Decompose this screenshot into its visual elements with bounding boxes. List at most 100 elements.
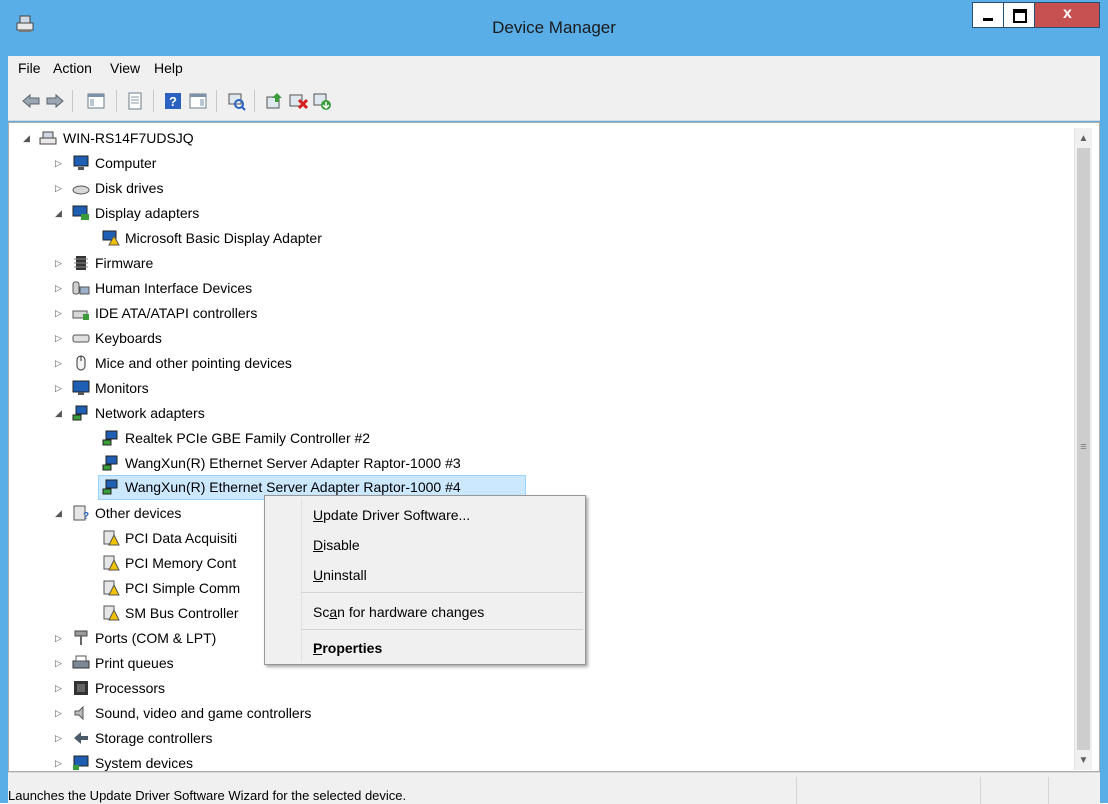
expand-icon[interactable]: ▷ xyxy=(55,626,65,650)
tree-category-processors[interactable]: ▷ Processors xyxy=(19,676,519,700)
tree-device-wangxun-3[interactable]: WangXun(R) Ethernet Server Adapter Rapto… xyxy=(19,451,619,475)
device-tree[interactable]: ◢ WIN-RS14F7UDSJQ ▷ Computer ▷ Disk driv… xyxy=(8,122,1100,772)
close-button[interactable]: x xyxy=(1035,2,1100,28)
tree-item-label: Storage controllers xyxy=(95,730,213,746)
menu-file[interactable]: File xyxy=(18,60,41,76)
expand-icon[interactable]: ▷ xyxy=(55,151,65,175)
expand-icon[interactable]: ▷ xyxy=(55,301,65,325)
expand-icon[interactable]: ▷ xyxy=(55,376,65,400)
tree-root[interactable]: ◢ WIN-RS14F7UDSJQ xyxy=(19,126,519,150)
tree-category-network-adapters[interactable]: ◢ Network adapters xyxy=(19,401,519,425)
uninstall-device-icon[interactable] xyxy=(288,91,308,111)
svg-text:?: ? xyxy=(169,94,177,109)
action-pane-icon[interactable] xyxy=(188,91,208,111)
expand-icon[interactable]: ▷ xyxy=(55,276,65,300)
expand-icon[interactable]: ▷ xyxy=(55,701,65,725)
expand-icon[interactable]: ▷ xyxy=(55,726,65,750)
expand-icon[interactable]: ▷ xyxy=(55,251,65,275)
menu-view[interactable]: View xyxy=(110,60,140,76)
tree-item-label: System devices xyxy=(95,755,194,771)
expand-icon[interactable]: ▷ xyxy=(55,651,65,675)
tree-device-basic-display-adapter[interactable]: Microsoft Basic Display Adapter xyxy=(19,226,519,250)
port-icon xyxy=(74,630,88,645)
tree-category-firmware[interactable]: ▷ Firmware xyxy=(19,251,519,275)
tree-item-label: PCI Data Acquisiti xyxy=(125,530,238,546)
tree-category-mice[interactable]: ▷ Mice and other pointing devices xyxy=(19,351,519,375)
unknown-device-warning-icon xyxy=(103,530,120,546)
context-scan-hardware[interactable]: Scan for hardware changes xyxy=(313,604,484,620)
device-manager-window: Device Manager x File Action View Help ?… xyxy=(0,0,1108,804)
tree-item-label: Firmware xyxy=(95,255,154,271)
context-menu: Update Driver Software... Disable Uninst… xyxy=(264,495,586,665)
collapse-icon[interactable]: ◢ xyxy=(55,501,65,525)
scan-hardware-icon[interactable] xyxy=(226,91,246,111)
minimize-button[interactable] xyxy=(972,2,1004,28)
tree-category-disk-drives[interactable]: ▷ Disk drives xyxy=(19,176,519,200)
menu-help[interactable]: Help xyxy=(154,60,183,76)
computer-icon xyxy=(73,155,89,170)
collapse-icon[interactable]: ◢ xyxy=(55,201,65,225)
tree-item-label: PCI Simple Comm xyxy=(125,580,241,596)
tree-category-system-devices[interactable]: ▷ System devices xyxy=(19,751,519,771)
tree-category-monitors[interactable]: ▷ Monitors xyxy=(19,376,519,400)
tree-item-label: Display adapters xyxy=(95,205,200,221)
help-icon[interactable]: ? xyxy=(163,91,183,111)
forward-icon[interactable] xyxy=(45,91,65,111)
context-separator xyxy=(301,592,583,593)
tree-item-label: IDE ATA/ATAPI controllers xyxy=(95,305,258,321)
toolbar-separator xyxy=(254,90,255,112)
system-device-icon xyxy=(73,755,89,770)
context-menu-gutter xyxy=(301,498,302,662)
monitor-icon xyxy=(72,380,90,395)
tree-item-label: Other devices xyxy=(95,505,182,521)
menu-text: n for hardware changes xyxy=(337,604,485,620)
scroll-up-icon[interactable]: ▲ xyxy=(1075,130,1092,147)
maximize-button[interactable] xyxy=(1004,2,1035,28)
accelerator-key: U xyxy=(313,507,324,523)
tree-category-hid[interactable]: ▷ Human Interface Devices xyxy=(19,276,519,300)
scrollbar-thumb[interactable]: ≡ xyxy=(1077,148,1090,750)
speaker-icon xyxy=(74,705,84,721)
expand-icon[interactable]: ▷ xyxy=(55,751,65,771)
enable-device-icon[interactable] xyxy=(312,91,332,111)
menu-text: ninstall xyxy=(323,567,367,583)
vertical-scrollbar[interactable]: ▲ ≡ ▼ xyxy=(1074,128,1092,770)
toolbar-separator xyxy=(116,90,117,112)
show-hide-tree-icon[interactable] xyxy=(86,91,106,111)
status-divider xyxy=(796,777,797,804)
context-uninstall[interactable]: Uninstall xyxy=(313,567,367,583)
tree-device-realtek[interactable]: Realtek PCIe GBE Family Controller #2 xyxy=(19,426,619,450)
context-properties[interactable]: Properties xyxy=(313,640,382,656)
scroll-down-icon[interactable]: ▼ xyxy=(1075,752,1092,769)
tree-category-computer[interactable]: ▷ Computer xyxy=(19,151,519,175)
collapse-icon[interactable]: ◢ xyxy=(55,401,65,425)
network-adapter-icon xyxy=(102,430,118,446)
tree-category-sound[interactable]: ▷ Sound, video and game controllers xyxy=(19,701,519,725)
collapse-icon[interactable]: ◢ xyxy=(23,126,33,150)
toolbar-separator xyxy=(153,90,154,112)
title-bar[interactable]: Device Manager x xyxy=(0,0,1108,56)
properties-icon[interactable] xyxy=(125,91,145,111)
tree-item-label: Human Interface Devices xyxy=(95,280,253,296)
tree-item-label: PCI Memory Cont xyxy=(125,555,237,571)
menu-action[interactable]: Action xyxy=(53,60,92,76)
svg-text:?: ? xyxy=(83,511,89,521)
back-icon[interactable] xyxy=(21,91,41,111)
window-title: Device Manager xyxy=(492,18,616,37)
expand-icon[interactable]: ▷ xyxy=(55,326,65,350)
menu-text: Sc xyxy=(313,604,330,620)
close-icon: x xyxy=(1063,5,1072,22)
accelerator-key: P xyxy=(313,640,323,656)
tree-category-display-adapters[interactable]: ◢ Display adapters xyxy=(19,201,519,225)
expand-icon[interactable]: ▷ xyxy=(55,176,65,200)
tree-category-storage[interactable]: ▷ Storage controllers xyxy=(19,726,519,750)
context-disable[interactable]: Disable xyxy=(313,537,360,553)
context-update-driver[interactable]: Update Driver Software... xyxy=(313,507,470,523)
tree-category-keyboards[interactable]: ▷ Keyboards xyxy=(19,326,519,350)
expand-icon[interactable]: ▷ xyxy=(55,676,65,700)
toolbar: ? xyxy=(8,82,1100,121)
network-adapter-icon xyxy=(102,455,118,471)
update-driver-icon[interactable] xyxy=(264,91,284,111)
tree-category-ide[interactable]: ▷ IDE ATA/ATAPI controllers xyxy=(19,301,519,325)
expand-icon[interactable]: ▷ xyxy=(55,351,65,375)
